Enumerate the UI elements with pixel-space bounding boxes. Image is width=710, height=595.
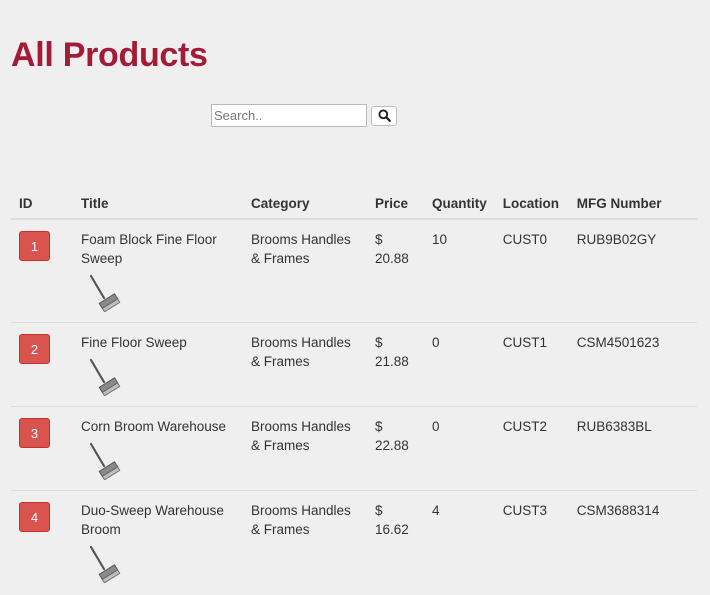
header-category[interactable]: Category: [243, 190, 367, 220]
product-price: $ 16.62: [367, 490, 424, 593]
broom-icon[interactable]: [87, 442, 121, 480]
product-mfg-number: RUB6383BL: [568, 406, 697, 491]
product-mfg-number: RUB9B02GY: [576, 232, 657, 247]
table-row: 2 Fine Floor Sweep Brooms Handles & Fram…: [11, 322, 697, 407]
cell-title: Fine Floor Sweep: [73, 322, 243, 407]
header-price[interactable]: Price: [367, 190, 424, 220]
id-badge[interactable]: 2: [19, 334, 50, 364]
broom-icon[interactable]: [87, 358, 121, 396]
header-mfg-number[interactable]: MFG Number: [568, 190, 697, 220]
product-title: Corn Broom Warehouse: [81, 419, 227, 434]
header-quantity[interactable]: Quantity: [424, 190, 495, 220]
product-quantity: 10: [432, 232, 448, 247]
product-mfg-number: CSM3688314: [568, 490, 697, 593]
product-category: Brooms Handles & Frames: [243, 322, 367, 407]
search-icon: [377, 109, 391, 122]
id-badge[interactable]: 1: [19, 231, 50, 261]
product-location: CUST1: [494, 322, 569, 407]
id-badge[interactable]: 4: [19, 502, 50, 532]
cell-id: 2: [11, 322, 73, 407]
search-form: [211, 104, 397, 127]
product-title: Fine Floor Sweep: [81, 335, 187, 350]
page: All Products ID Title Category Price Qua…: [0, 0, 710, 595]
product-title: Duo-Sweep Warehouse Broom: [81, 503, 224, 537]
product-title: Foam Block Fine Floor Sweep: [81, 232, 217, 266]
product-category: Brooms Handles & Frames: [251, 232, 351, 266]
broom-icon[interactable]: [87, 545, 121, 583]
header-location[interactable]: Location: [494, 190, 569, 220]
product-price: $ 20.88: [375, 232, 409, 266]
products-table: ID Title Category Price Quantity Locatio…: [11, 190, 697, 593]
product-quantity: 0: [424, 406, 495, 491]
id-badge[interactable]: 3: [19, 418, 50, 448]
cell-id: 3: [11, 406, 73, 491]
product-location: CUST0: [502, 232, 548, 247]
product-location: CUST2: [494, 406, 569, 491]
search-button[interactable]: [371, 105, 397, 126]
header-title[interactable]: Title: [73, 190, 243, 220]
header-id[interactable]: ID: [11, 190, 73, 220]
table-header-row: ID Title Category Price Quantity Locatio…: [11, 190, 697, 220]
product-location: CUST3: [494, 490, 569, 593]
cell-id: 4: [11, 490, 73, 593]
page-title: All Products: [11, 36, 208, 74]
table-row: 4 Duo-Sweep Warehouse Broom Brooms Handl…: [11, 490, 697, 593]
cell-title: Duo-Sweep Warehouse Broom: [73, 490, 243, 593]
table-row: 3 Corn Broom Warehouse Brooms Handles & …: [11, 406, 697, 491]
product-quantity: 4: [424, 490, 495, 593]
cell-id: 1: [11, 219, 73, 323]
product-price: $ 22.88: [367, 406, 424, 491]
cell-title: Foam Block Fine Floor Sweep: [73, 219, 243, 323]
product-price: $ 21.88: [367, 322, 424, 407]
cell-title: Corn Broom Warehouse: [73, 406, 243, 491]
search-input[interactable]: [211, 104, 367, 127]
product-category: Brooms Handles & Frames: [243, 490, 367, 593]
table-row: 1 Foam Block Fine Floor Sweep Brooms Han…: [11, 219, 697, 323]
product-category: Brooms Handles & Frames: [243, 406, 367, 491]
product-mfg-number: CSM4501623: [568, 322, 697, 407]
broom-icon[interactable]: [87, 274, 121, 312]
product-quantity: 0: [424, 322, 495, 407]
